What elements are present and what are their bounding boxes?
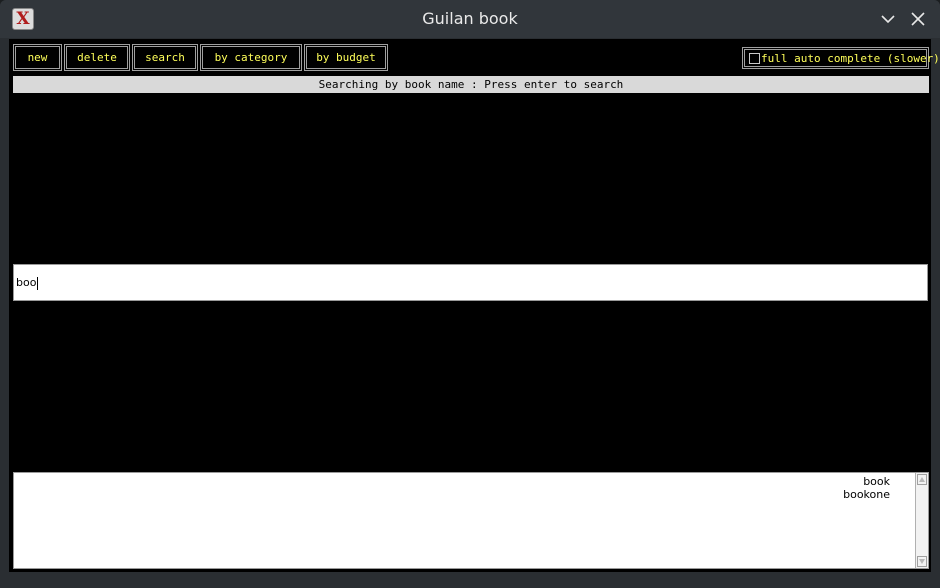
new-button[interactable]: new [13, 44, 62, 71]
search-button[interactable]: search [132, 44, 198, 71]
title-bar[interactable]: X Guilan book [0, 0, 940, 38]
full-auto-complete-label: full auto complete (slower) [761, 51, 940, 65]
close-icon [911, 12, 925, 26]
chevron-down-icon [881, 15, 895, 24]
delete-button[interactable]: delete [64, 44, 130, 71]
by-budget-button-label: by budget [306, 46, 386, 69]
main-panel: new delete search by category by budget … [9, 39, 940, 572]
search-button-label: search [134, 46, 196, 69]
scroll-up-arrow-icon[interactable] [917, 474, 927, 485]
app-window: X Guilan book new delete search by categ… [0, 0, 940, 588]
minimize-button[interactable] [878, 9, 898, 29]
list-item[interactable]: book [843, 475, 890, 488]
search-input[interactable]: boo [13, 264, 928, 301]
suggestions-list[interactable]: book bookone [13, 472, 929, 569]
by-budget-button[interactable]: by budget [304, 44, 388, 71]
delete-button-label: delete [66, 46, 128, 69]
full-auto-complete-checkbox[interactable]: full auto complete (slower) [742, 47, 940, 69]
text-caret [37, 276, 39, 290]
close-button[interactable] [908, 9, 928, 29]
new-button-label: new [15, 46, 60, 69]
suggestion-items: book bookone [843, 475, 890, 501]
by-category-button-label: by category [202, 46, 300, 69]
by-category-button[interactable]: by category [200, 44, 302, 71]
vertical-scrollbar[interactable] [915, 473, 928, 568]
scroll-down-arrow-icon[interactable] [917, 556, 927, 567]
list-item[interactable]: bookone [843, 488, 890, 501]
checkbox-square[interactable] [749, 52, 760, 64]
search-input-value: boo [16, 276, 37, 289]
window-title: Guilan book [422, 9, 518, 28]
status-bar: Searching by book name : Press enter to … [13, 76, 929, 93]
